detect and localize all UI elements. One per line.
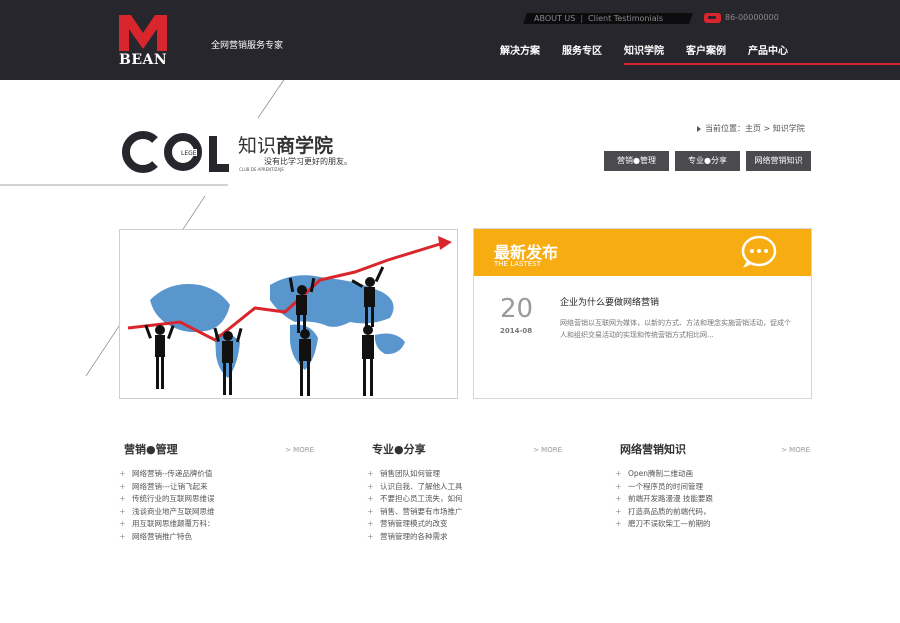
list-item[interactable]: 一个程序员的时间管理 (615, 481, 713, 493)
article-list: 销售团队如何管理 认识自我、了解他人工具 不要担心员工流失，如何 销售、营销要有… (367, 468, 463, 543)
article-column-sharing: 专业●分享 > MORE 销售团队如何管理 认识自我、了解他人工具 不要担心员工… (367, 440, 562, 543)
news-date-year-month: 2014-08 (500, 327, 533, 335)
column-title: 网络营销知识 (620, 443, 686, 456)
column-title: 营销●管理 (124, 443, 178, 456)
list-item[interactable]: Open腾制二维动画 (615, 468, 713, 480)
more-link[interactable]: > MORE (285, 446, 314, 454)
breadcrumb: 当前位置：主页 > 知识学院 (697, 123, 805, 134)
list-item[interactable]: 浅谈商业地产互联网思维 (119, 506, 215, 518)
column-title: 专业●分享 (372, 443, 426, 456)
phone-icon (704, 12, 721, 23)
more-link[interactable]: > MORE (781, 446, 810, 454)
college-logo: LEGE (121, 131, 229, 173)
breadcrumb-home[interactable]: 主页 (745, 124, 761, 133)
latest-news-panel: 最新发布 THE LASTEST 20 2014-08 企业为什么要做网络营销 … (473, 228, 812, 399)
nav-item-solutions[interactable]: 解决方案 (500, 42, 540, 57)
logo-text: BEAN (119, 52, 168, 68)
phone-number: 86-00000000 (725, 13, 779, 22)
client-testimonials-link[interactable]: Client Testimonials (588, 14, 663, 23)
column-header: 专业●分享 > MORE (367, 440, 562, 456)
list-item[interactable]: 磨刀不误砍柴工—前期的 (615, 518, 713, 530)
chat-bubble-icon (741, 235, 777, 268)
category-button-knowledge[interactable]: 网络营销知识 (746, 151, 811, 171)
list-item[interactable]: 销售团队如何管理 (367, 468, 463, 480)
header-slogan: 全网营销服务专家 (211, 41, 284, 51)
article-column-marketing: 营销●管理 > MORE 网络营销--传递品牌价值 网络营销---让销飞起来 传… (119, 440, 314, 543)
list-item[interactable]: 网络营销---让销飞起来 (119, 481, 215, 493)
article-list: Open腾制二维动画 一个程序员的时间管理 前端开发路漫漫 技能要跟 打造高品质… (615, 468, 713, 531)
column-header: 营销●管理 > MORE (119, 440, 314, 456)
breadcrumb-separator: > (763, 124, 771, 133)
about-us-link[interactable]: ABOUT US (534, 14, 575, 23)
college-title-bold: 商学院 (276, 135, 334, 157)
list-item[interactable]: 打造高品质的前端代码， (615, 506, 713, 518)
college-subtitle: 没有比学习更好的朋友。 (264, 157, 352, 166)
news-description: 网络营销以互联网为媒体，以新的方式、方法和理念实施营销活动，促成个人和组织交易活… (560, 319, 791, 339)
breadcrumb-label: 当前位置： (705, 124, 745, 133)
list-item[interactable]: 前端开发路漫漫 技能要跟 (615, 493, 713, 505)
more-link[interactable]: > MORE (533, 446, 562, 454)
nav-item-products[interactable]: 产品中心 (748, 42, 788, 57)
site-header: BEAN 全网营销服务专家 ABOUT US | Client Testimonia… (0, 0, 900, 80)
list-item[interactable]: 传统行业的互联网思维误 (119, 493, 215, 505)
list-item[interactable]: 网络营销--传递品牌价值 (119, 468, 215, 480)
teamwork-growth-illustration (127, 236, 452, 396)
breadcrumb-current: 知识学院 (772, 124, 805, 133)
list-item[interactable]: 认识自我、了解他人工具 (367, 481, 463, 493)
category-button-sharing[interactable]: 专业●分享 (675, 151, 740, 171)
m-logo-icon (119, 15, 167, 51)
category-button-marketing[interactable]: 营销●管理 (604, 151, 669, 171)
nav-item-college[interactable]: 知识学院 (624, 42, 664, 57)
article-list: 网络营销--传递品牌价值 网络营销---让销飞起来 传统行业的互联网思维误 浅谈… (119, 468, 215, 543)
list-item[interactable]: 营销管理模式的改变 (367, 518, 463, 530)
column-header: 网络营销知识 > MORE (615, 440, 810, 456)
hero-image (119, 229, 458, 399)
list-item[interactable]: 销售、营销要有市场推广 (367, 506, 463, 518)
breadcrumb-arrow-icon (697, 125, 701, 132)
brand-logo[interactable]: BEAN (119, 15, 169, 68)
list-item[interactable]: 用互联网思维颠覆万科： (119, 518, 215, 530)
top-links: ABOUT US | Client Testimonials (534, 13, 663, 24)
latest-news-header: 最新发布 THE LASTEST (474, 229, 811, 276)
list-item[interactable]: 不要担心员工流失，如何 (367, 493, 463, 505)
page: BEAN 全网营销服务专家 ABOUT US | Client Testimonia… (0, 0, 900, 623)
list-item[interactable]: 营销管理的各种需求 (367, 531, 463, 543)
college-logo-small-text: LEGE (181, 150, 197, 157)
news-date-day: 20 (500, 294, 534, 324)
latest-news-subtitle: THE LASTEST (494, 260, 541, 268)
nav-item-services[interactable]: 服务专区 (562, 42, 602, 57)
college-title: 知识商学院 (238, 131, 333, 158)
nav-item-cases[interactable]: 客户案例 (686, 42, 726, 57)
college-title-light: 知识 (238, 135, 277, 157)
nav-active-underline (624, 63, 900, 65)
college-logo-caption: CLUB DE APRENTIZAJE (239, 167, 284, 172)
header-phone: 86-00000000 (704, 12, 779, 24)
article-column-knowledge: 网络营销知识 > MORE Open腾制二维动画 一个程序员的时间管理 前端开发… (615, 440, 810, 530)
top-links-separator: | (580, 14, 584, 23)
news-title-link[interactable]: 企业为什么要做网络营销 (560, 295, 659, 308)
list-item[interactable]: 网络营销推广特色 (119, 531, 215, 543)
